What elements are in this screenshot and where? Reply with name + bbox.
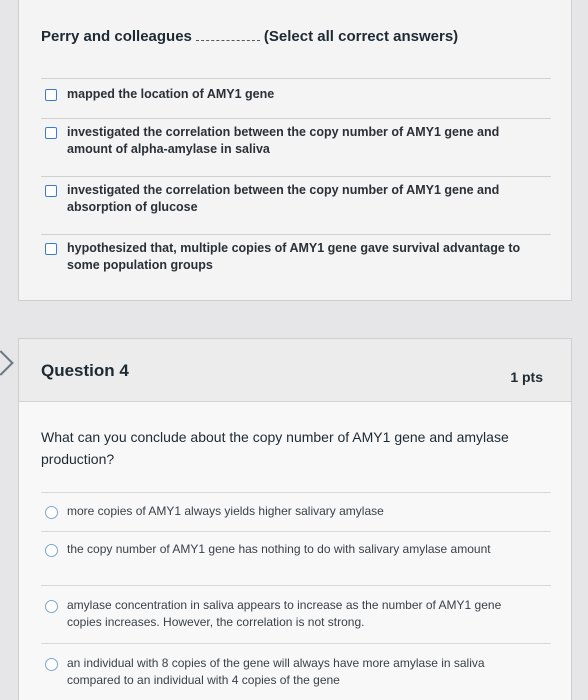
answer-option-label: investigated the correlation between the…: [67, 183, 500, 214]
divider: [41, 234, 551, 235]
answer-option-label: mapped the location of AMY1 gene: [67, 87, 275, 101]
question-text: What can you conclude about the copy num…: [41, 429, 509, 467]
question-3-prompt-text: Perry and colleagues: [41, 28, 192, 45]
radio-button[interactable]: [45, 658, 58, 671]
answer-option-label: more copies of AMY1 always yields higher…: [67, 504, 384, 518]
divider: [41, 585, 551, 586]
answer-option[interactable]: investigated the correlation between the…: [45, 182, 525, 216]
checkbox[interactable]: [45, 243, 57, 255]
divider: [41, 118, 551, 119]
checkbox[interactable]: [45, 127, 57, 139]
answer-option[interactable]: mapped the location of AMY1 gene: [45, 86, 525, 103]
quiz-page: Perry and colleagues (Select all correct …: [0, 0, 588, 700]
radio-button[interactable]: [45, 600, 58, 613]
chevron-right-icon[interactable]: [0, 350, 14, 376]
divider: [41, 78, 551, 79]
radio-button[interactable]: [45, 506, 58, 519]
radio-button[interactable]: [45, 544, 58, 557]
question-4-header: Question 4 1 pts: [19, 339, 571, 402]
checkbox[interactable]: [45, 185, 57, 197]
answer-option[interactable]: amylase concentration in saliva appears …: [45, 597, 525, 631]
answer-option[interactable]: an individual with 8 copies of the gene …: [45, 655, 525, 689]
answer-option[interactable]: the copy number of AMY1 gene has nothing…: [45, 541, 525, 558]
answer-option-label: an individual with 8 copies of the gene …: [67, 656, 485, 687]
answer-option-label: the copy number of AMY1 gene has nothing…: [67, 542, 491, 556]
question-4-card: Question 4 1 pts What can you conclude a…: [18, 338, 572, 700]
answer-option[interactable]: investigated the correlation between the…: [45, 124, 525, 158]
question-title: Question 4: [41, 361, 129, 380]
question-3-card: Perry and colleagues (Select all correct …: [18, 0, 572, 301]
divider: [41, 176, 551, 177]
divider: [41, 531, 551, 532]
question-3-prompt: Perry and colleagues (Select all correct …: [41, 28, 458, 45]
divider: [41, 492, 551, 493]
fill-blank-line: [195, 40, 260, 41]
divider: [41, 643, 551, 644]
answer-option-label: investigated the correlation between the…: [67, 125, 500, 156]
answer-option-label: hypothesized that, multiple copies of AM…: [67, 241, 521, 272]
answer-option[interactable]: more copies of AMY1 always yields higher…: [45, 503, 525, 520]
checkbox[interactable]: [45, 89, 57, 101]
answer-option[interactable]: hypothesized that, multiple copies of AM…: [45, 240, 525, 274]
question-3-hint: (Select all correct answers): [263, 28, 459, 45]
answer-option-label: amylase concentration in saliva appears …: [67, 598, 502, 629]
question-points: 1 pts: [510, 369, 543, 385]
